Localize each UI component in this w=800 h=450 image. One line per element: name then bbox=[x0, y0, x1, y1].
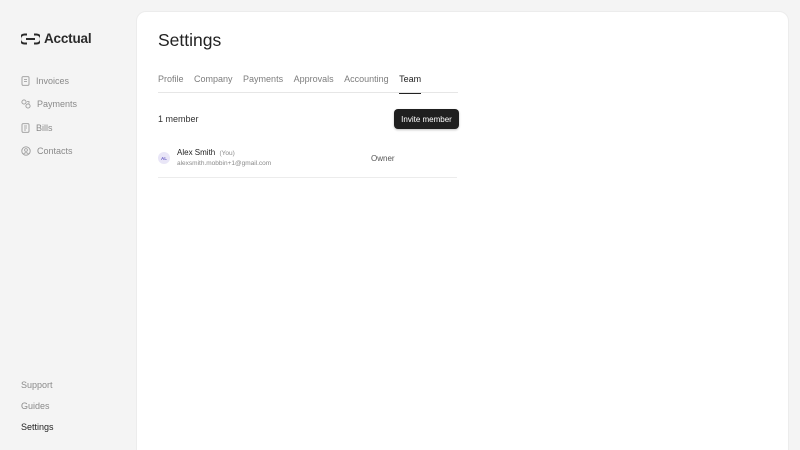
contacts-icon bbox=[21, 146, 31, 156]
bills-icon bbox=[21, 122, 30, 133]
tab-profile[interactable]: Profile bbox=[158, 73, 184, 93]
brand-name: Acctual bbox=[44, 31, 92, 46]
tab-team[interactable]: Team bbox=[399, 73, 422, 94]
tab-accounting[interactable]: Accounting bbox=[344, 73, 389, 93]
main-panel: Settings Profile Company Payments Approv… bbox=[136, 11, 789, 450]
app: Acctual Invoices Payments Bills Contacts… bbox=[0, 0, 800, 450]
avatar: AL bbox=[158, 152, 170, 164]
sidebar-item-label: Bills bbox=[36, 122, 53, 133]
member-count: 1 member bbox=[158, 114, 199, 124]
member-role: Owner bbox=[371, 154, 395, 163]
member-email: alexsmith.mobbin+1@gmail.com bbox=[177, 160, 272, 167]
sidebar-item-contacts[interactable]: Contacts bbox=[21, 144, 77, 158]
page-title: Settings bbox=[158, 30, 222, 50]
brand-mark-icon bbox=[21, 33, 40, 44]
sidebar-item-label: Contacts bbox=[37, 145, 73, 156]
sidebar-item-bills[interactable]: Bills bbox=[21, 121, 77, 135]
invite-member-button[interactable]: Invite member bbox=[394, 109, 459, 129]
sidebar-item-label: Invoices bbox=[36, 76, 70, 86]
sidebar-item-guides[interactable]: Guides bbox=[21, 401, 54, 412]
tab-company[interactable]: Company bbox=[194, 73, 233, 93]
invoice-icon bbox=[21, 76, 30, 86]
sidebar-footer-nav: Support Guides Settings bbox=[21, 380, 54, 443]
sidebar: Acctual Invoices Payments Bills Contacts… bbox=[0, 0, 136, 450]
tab-payments[interactable]: Payments bbox=[243, 73, 283, 93]
member-row[interactable]: AL Alex Smith (You) alexsmith.mobbin+1@g… bbox=[158, 143, 457, 178]
member-name-line: Alex Smith (You) bbox=[177, 148, 235, 157]
sidebar-item-settings[interactable]: Settings bbox=[21, 422, 54, 433]
brand-logo[interactable]: Acctual bbox=[21, 31, 92, 46]
sidebar-item-label: Payments bbox=[37, 99, 78, 110]
you-tag: (You) bbox=[219, 150, 235, 157]
sidebar-nav: Invoices Payments Bills Contacts bbox=[21, 74, 77, 167]
payments-icon bbox=[21, 99, 31, 109]
sidebar-item-invoices[interactable]: Invoices bbox=[21, 74, 77, 88]
sidebar-item-payments[interactable]: Payments bbox=[21, 97, 77, 111]
member-name: Alex Smith bbox=[177, 148, 216, 157]
sidebar-item-support[interactable]: Support bbox=[21, 380, 54, 391]
settings-tabs: Profile Company Payments Approvals Accou… bbox=[158, 73, 458, 94]
tab-approvals[interactable]: Approvals bbox=[294, 73, 334, 93]
